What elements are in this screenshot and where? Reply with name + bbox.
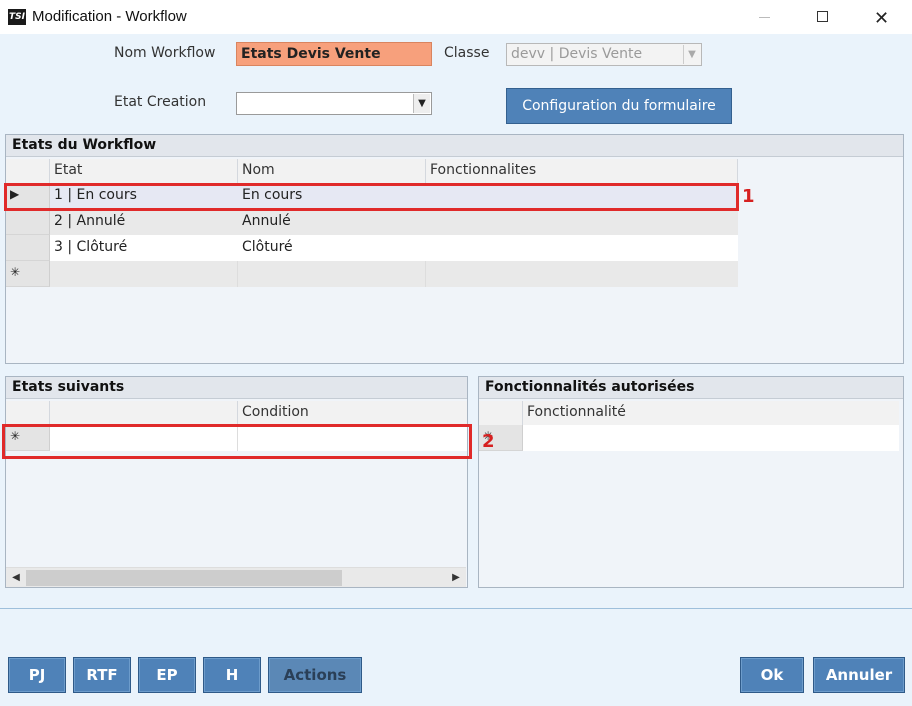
minimize-icon [759,17,770,18]
cell-nom[interactable]: Clôturé [238,235,426,261]
rtf-button[interactable]: RTF [73,657,131,693]
h-button[interactable]: H [203,657,261,693]
annotation-label-1: 1 [742,186,755,207]
cell-nom[interactable] [238,261,426,287]
close-button[interactable]: ✕ [852,0,910,34]
etats-workflow-title: Etats du Workflow [6,135,903,157]
scroll-left-icon[interactable]: ◀ [6,568,26,587]
etats-suivants-panel: Etats suivants Condition ✳ [5,376,468,588]
fonctionnalites-title: Fonctionnalités autorisées [479,377,903,399]
window-title: Modification - Workflow [32,8,187,25]
header-selector-cell [6,401,50,425]
divider [0,608,912,609]
row-selector[interactable] [6,235,50,261]
actions-button[interactable]: Actions [268,657,362,693]
title-bar: TSI Modification - Workflow ✕ [0,0,912,34]
column-header-condition[interactable]: Condition [238,401,467,425]
maximize-button[interactable] [794,0,852,34]
classe-select-value: devv | Devis Vente [511,46,643,62]
etat-creation-select[interactable]: ▼ [236,92,432,115]
classe-label: Classe [444,45,490,61]
ep-button[interactable]: EP [138,657,196,693]
cell-fonctionnalites[interactable] [426,235,738,261]
annotation-box-1 [4,183,739,211]
column-header-etat[interactable]: Etat [50,159,238,183]
cell-etat[interactable]: 3 | Clôturé [50,235,238,261]
new-row[interactable]: ✳ [6,261,738,287]
cell-fonctionnalite[interactable] [523,425,899,451]
annotation-box-2 [2,424,472,459]
new-row-asterisk-icon[interactable]: ✳ [6,261,50,287]
app-logo-icon: TSI [8,9,26,25]
etat-creation-label: Etat Creation [114,94,207,110]
etats-suivants-title: Etats suivants [6,377,467,399]
table-row[interactable]: 2 | Annulé Annulé [6,209,738,235]
nom-workflow-input[interactable]: Etats Devis Vente [236,42,432,66]
minimize-button[interactable] [736,0,794,34]
pj-button[interactable]: PJ [8,657,66,693]
horizontal-scrollbar[interactable]: ◀ ▶ [6,567,466,587]
etats-workflow-panel: Etats du Workflow Etat Nom Fonctionnalit… [5,134,904,364]
annotation-label-2: 2 [482,431,495,452]
row-selector[interactable] [6,209,50,235]
cell-etat[interactable]: 2 | Annulé [50,209,238,235]
scroll-thumb[interactable] [26,570,342,586]
column-header-blank[interactable] [50,401,238,425]
cell-nom[interactable]: Annulé [238,209,426,235]
cell-fonctionnalites[interactable] [426,209,738,235]
configuration-formulaire-button[interactable]: Configuration du formulaire [506,88,732,124]
nom-workflow-label: Nom Workflow [114,45,216,61]
close-icon: ✕ [874,8,890,29]
cell-fonctionnalites[interactable] [426,261,738,287]
ok-button[interactable]: Ok [740,657,804,693]
header-selector-cell [6,159,50,183]
column-header-fonctionnalites[interactable]: Fonctionnalites [426,159,738,183]
grid-header-row: Fonctionnalité [479,401,899,427]
maximize-icon [817,11,828,22]
grid-header-row: Etat Nom Fonctionnalites [6,159,738,185]
column-header-fonctionnalite[interactable]: Fonctionnalité [523,401,899,425]
table-row[interactable]: 3 | Clôturé Clôturé [6,235,738,261]
fonctionnalites-panel: Fonctionnalités autorisées Fonctionnalit… [478,376,904,588]
classe-select[interactable]: devv | Devis Vente ▼ [506,43,702,66]
annuler-button[interactable]: Annuler [813,657,905,693]
scroll-right-icon[interactable]: ▶ [446,568,466,587]
chevron-down-icon[interactable]: ▼ [683,45,700,64]
column-header-nom[interactable]: Nom [238,159,426,183]
cell-etat[interactable] [50,261,238,287]
header-selector-cell [479,401,523,425]
chevron-down-icon[interactable]: ▼ [413,94,430,113]
new-row[interactable]: ✳ [479,425,899,451]
